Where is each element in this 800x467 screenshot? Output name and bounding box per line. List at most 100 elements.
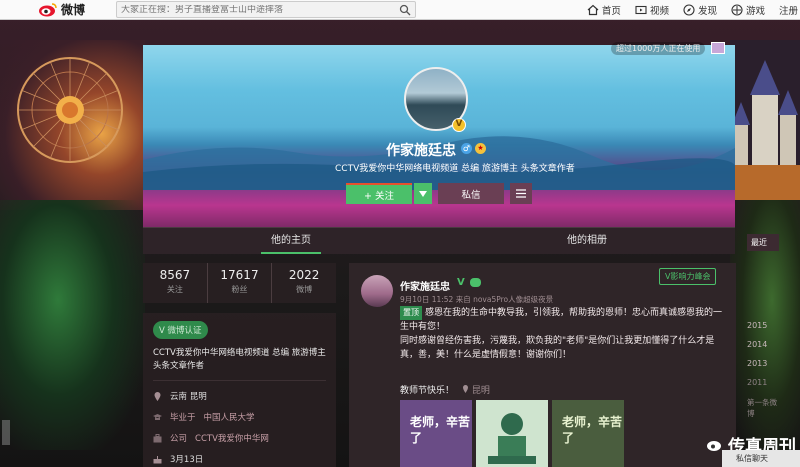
ferris-wheel-image [17, 57, 123, 163]
search-box[interactable] [116, 1, 416, 18]
home-icon [587, 4, 599, 16]
nav-video-label: 视频 [649, 6, 669, 17]
tab-album[interactable]: 他的相册 [439, 228, 735, 254]
company-prefix: 公司 [170, 434, 188, 444]
post-image-2[interactable] [476, 400, 548, 467]
tab-home[interactable]: 他的主页 [143, 228, 439, 254]
pinned-tag: 置顶 [400, 306, 422, 320]
location-pin-icon [154, 391, 161, 401]
green-light-left [0, 200, 145, 450]
search-input[interactable] [117, 4, 387, 15]
birthday-cake-icon [153, 455, 162, 463]
profile-description: CCTV我爱你中华网络电视频道 总编 旅游博主 头条文章作者 [153, 348, 326, 371]
birthday-row: 3月13日 [153, 453, 326, 465]
stat-value: 2022 [288, 268, 320, 282]
post-image-3[interactable]: 老师，辛苦了 [552, 400, 624, 467]
profile-name: 作家施廷忠 [386, 143, 456, 159]
weibo-eye-icon [39, 3, 57, 17]
divider [153, 380, 326, 381]
nav-home-label: 首页 [601, 6, 621, 17]
menu-icon [516, 189, 526, 198]
online-count-badge: 超过1000万人正在使用 [611, 42, 706, 55]
school-name[interactable]: 中国人民大学 [204, 411, 255, 423]
profile-stats: 8567 关注 17617 粉丝 2022 微博 [143, 263, 336, 303]
wechat-badge-icon [470, 278, 481, 287]
game-icon [731, 4, 743, 16]
location-pin-icon [463, 385, 469, 393]
vip-level-icon: ★ [475, 143, 486, 154]
weibo-post-card: 作家施廷忠 V 9月10日 11:52 来自 nova5Pro人像超级夜景 V影… [349, 263, 736, 467]
stat-label: 关注 [166, 285, 183, 294]
post-footer: 教师节快乐！ 昆明 [400, 383, 490, 396]
timeline-year[interactable]: 2015 [747, 321, 779, 330]
post-body: 置顶 感恩在我的生命中教导我，引领我，帮助我的恩师！忠心而真诚感恩我的一生中有您！… [400, 306, 725, 362]
timeline-year[interactable]: 2014 [747, 340, 779, 349]
school-prefix: 毕业于 [170, 413, 196, 423]
school-row: 毕业于 中国人民大学 [153, 411, 326, 423]
image-caption: 老师，辛苦了 [562, 415, 623, 445]
castle-image [730, 40, 800, 200]
company-name[interactable]: CCTV我爱你中华网 [195, 432, 269, 444]
stat-value: 17617 [220, 268, 259, 282]
search-icon[interactable] [399, 4, 411, 16]
post-image-1[interactable]: 老师，辛苦了 [400, 400, 472, 467]
private-chat-bar[interactable]: 私信聊天 [722, 450, 800, 467]
post-location[interactable]: 昆明 [462, 383, 490, 396]
image-caption: 老师，辛苦了 [410, 415, 471, 445]
chevron-down-icon [419, 190, 427, 197]
stat-label: 粉丝 [231, 285, 248, 294]
nav-links: 首页 视频 发现 游戏 注册 [587, 0, 800, 20]
teacher-illustration [488, 413, 536, 464]
post-meta[interactable]: 9月10日 11:52 来自 nova5Pro人像超级夜景 [400, 294, 553, 305]
nav-game[interactable]: 游戏 [731, 3, 765, 17]
stat-value: 8567 [159, 268, 191, 282]
post-author-avatar[interactable] [361, 275, 393, 307]
more-menu-button[interactable] [510, 183, 532, 204]
follow-dropdown-button[interactable] [414, 183, 432, 204]
post-verified-icon: V [457, 277, 465, 288]
logo-text: 微博 [61, 3, 86, 17]
stat-label: 微博 [296, 285, 313, 294]
timeline-year[interactable]: 2013 [747, 359, 779, 368]
nav-register[interactable]: 注册 [779, 3, 798, 17]
male-icon: ♂ [461, 143, 472, 154]
timeline-nav: 最近 2015 2014 2013 2011 第一条微博 [747, 234, 779, 419]
nav-register-label: 注册 [778, 6, 798, 17]
nav-discover-label: 发现 [697, 6, 717, 17]
first-post-link[interactable]: 第一条微博 [747, 397, 779, 419]
compass-icon [683, 4, 695, 16]
location-text: 云南 昆明 [170, 392, 207, 402]
school-icon [153, 413, 162, 420]
post-text-2: 同时感谢曾经伤害我，污蔑我，欺负我的"老师"是你们让我更加懂得了什么才是真，善，… [400, 336, 715, 360]
verified-badge-icon: V [452, 118, 466, 132]
birthday-text: 3月13日 [170, 455, 204, 465]
nav-home[interactable]: 首页 [587, 3, 621, 17]
mountain-range [143, 136, 735, 190]
post-image-grid: 老师，辛苦了 老师，辛苦了 [400, 400, 624, 467]
stat-posts[interactable]: 2022 微博 [272, 263, 336, 303]
profile-tabs: 他的主页 他的相册 [143, 227, 735, 254]
post-text-1: 感恩在我的生命中教导我，引领我，帮助我的恩师！忠心而真诚感恩我的一生中有您！ [400, 308, 723, 332]
weibo-logo[interactable]: 微博 [38, 1, 85, 18]
verification-badge[interactable]: V 微博认证 [153, 321, 208, 339]
nav-discover[interactable]: 发现 [683, 3, 717, 17]
video-icon [635, 5, 647, 15]
nav-game-label: 游戏 [745, 6, 765, 17]
timeline-recent[interactable]: 最近 [747, 234, 779, 251]
nav-video[interactable]: 视频 [635, 3, 669, 17]
scroll-handle[interactable] [2, 420, 10, 445]
influence-summit-badge[interactable]: V影响力峰会 [659, 268, 717, 285]
briefcase-icon [153, 433, 162, 442]
location-row: 云南 昆明 [153, 390, 326, 402]
post-author-name[interactable]: 作家施廷忠 [400, 278, 450, 293]
stat-following[interactable]: 8567 关注 [143, 263, 208, 303]
stat-followers[interactable]: 17617 粉丝 [208, 263, 273, 303]
follow-button[interactable]: + 关注 [346, 183, 412, 204]
skin-switch-icon[interactable] [711, 42, 725, 54]
profile-bio: CCTV我爱你中华网络电视频道 总编 旅游博主 头条文章作者 [335, 164, 575, 174]
top-navbar: 微博 首页 视频 发现 游戏 注册 [0, 0, 800, 20]
post-location-text: 昆明 [471, 386, 490, 396]
timeline-year[interactable]: 2011 [747, 378, 779, 387]
message-button[interactable]: 私信 [438, 183, 504, 204]
company-row: 公司 CCTV我爱你中华网 [153, 432, 326, 444]
